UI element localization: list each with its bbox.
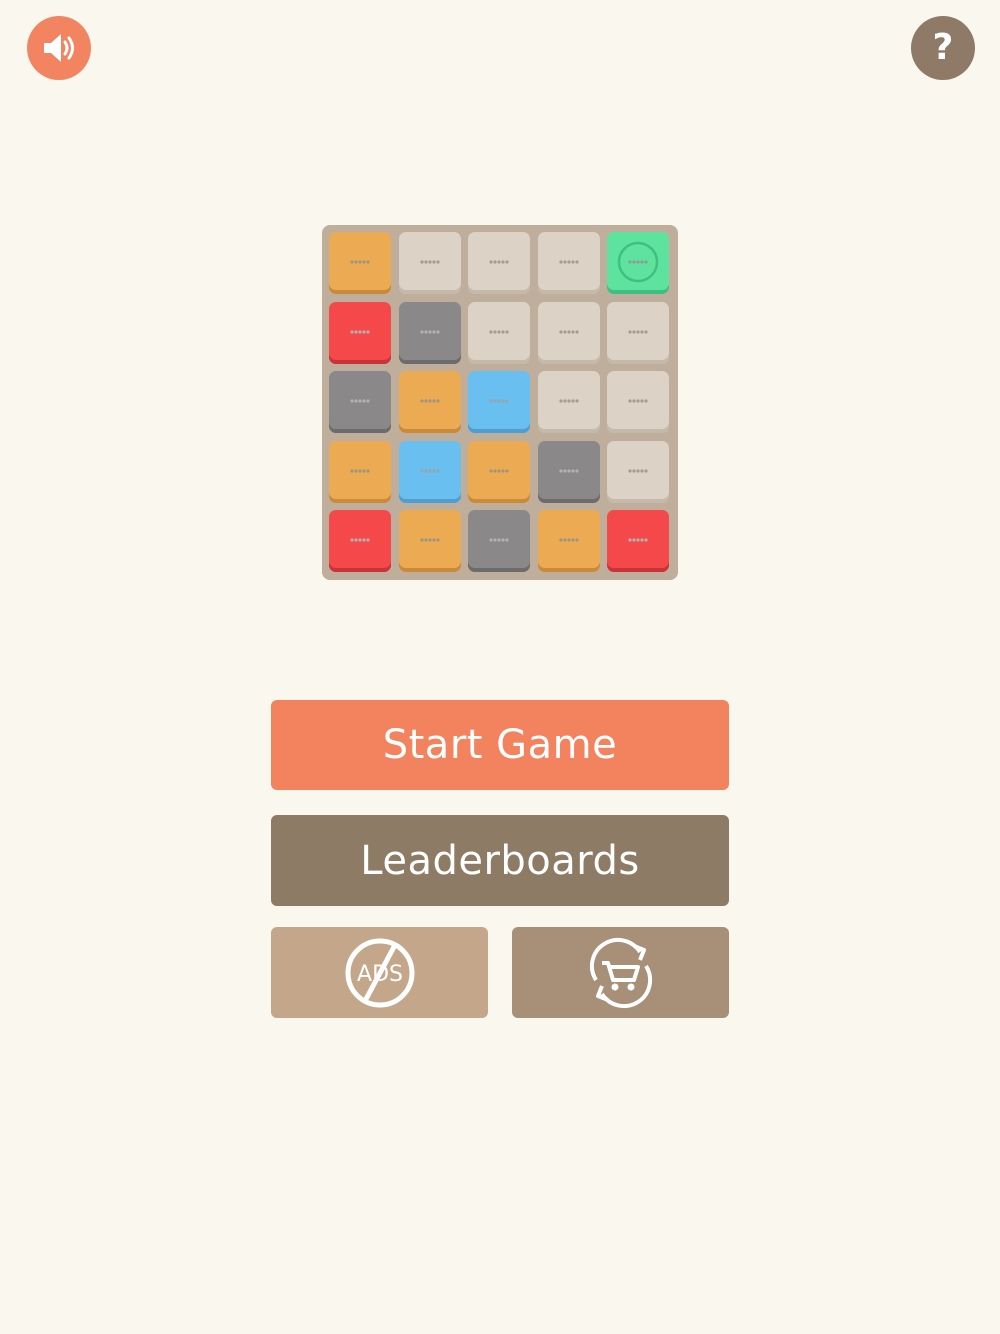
help-label: ?	[932, 27, 954, 68]
board-tile-empty	[607, 371, 669, 433]
board-tile-orange	[398, 371, 461, 433]
board-tile-empty	[537, 371, 600, 433]
speaker-volume-icon	[44, 34, 74, 62]
board-tile-orange	[398, 510, 461, 572]
board-tile-gray	[398, 301, 461, 364]
board-tile-red	[329, 301, 391, 364]
board-tile-orange	[329, 440, 391, 503]
remove-ads-button[interactable]: ADS	[271, 927, 488, 1018]
no-ads-icon: ADS	[345, 938, 414, 1007]
board-tile-gray	[468, 510, 530, 572]
board-tile-orange	[468, 440, 530, 503]
board-tile-blue	[398, 440, 461, 503]
board-tile-red	[607, 510, 669, 572]
cart-restore-icon	[589, 937, 652, 1008]
restore-purchases-button[interactable]	[512, 927, 729, 1018]
board-tile-empty	[537, 232, 600, 294]
board-tile-empty	[607, 301, 669, 364]
leaderboards-label: Leaderboards	[360, 837, 640, 884]
board-tile-empty	[468, 232, 530, 294]
start-game-label: Start Game	[382, 722, 618, 768]
board-tile-orange	[329, 232, 391, 294]
board-tile-empty	[468, 301, 530, 364]
board-tile-gray	[537, 440, 600, 503]
board-tile-gray	[329, 371, 391, 433]
board-tile-orange	[537, 510, 600, 572]
sound-button[interactable]	[27, 16, 91, 80]
board-tile-green	[607, 232, 669, 294]
board-tile-blue	[468, 371, 530, 433]
help-button[interactable]: ?	[911, 16, 975, 80]
leaderboards-button[interactable]: Leaderboards	[271, 815, 729, 906]
board-tile-empty	[607, 440, 669, 503]
start-game-button[interactable]: Start Game	[271, 700, 729, 790]
board-tile-red	[329, 510, 391, 572]
board-tile-empty	[398, 232, 461, 294]
no-ads-text: ADS	[357, 962, 403, 987]
game-board-preview	[322, 225, 678, 580]
board-tile-empty	[537, 301, 600, 364]
